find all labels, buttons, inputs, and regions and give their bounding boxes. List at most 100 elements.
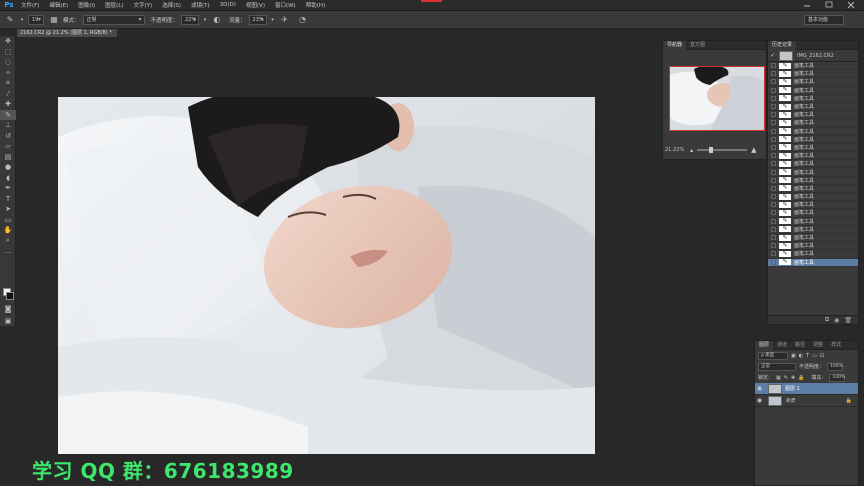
- brush-panel-icon[interactable]: ▦: [48, 14, 60, 26]
- layer-row[interactable]: ◉ 背景 🔒: [755, 395, 858, 407]
- menu-layer[interactable]: 图层(L): [100, 1, 128, 9]
- chevron-down-icon[interactable]: ▾: [16, 14, 28, 26]
- history-source-checkbox[interactable]: [771, 243, 776, 249]
- minimize-icon[interactable]: [796, 0, 818, 10]
- menu-select[interactable]: 选择(S): [157, 1, 186, 9]
- history-source-checkbox[interactable]: [771, 128, 776, 134]
- history-brush-icon[interactable]: ↺: [0, 131, 16, 142]
- tab-adjustments[interactable]: 调整: [809, 341, 827, 350]
- camera-icon[interactable]: ◉: [834, 317, 839, 324]
- hand-tool-icon[interactable]: ✋: [0, 225, 16, 236]
- menu-view[interactable]: 视图(V): [241, 1, 270, 9]
- history-item[interactable]: ✎ 画笔工具: [768, 234, 858, 243]
- filter-type-icon[interactable]: T: [806, 353, 809, 359]
- history-item[interactable]: ✎ 画笔工具: [768, 95, 858, 103]
- history-source-checkbox[interactable]: [771, 71, 776, 77]
- tab-history[interactable]: 历史记录: [768, 40, 797, 50]
- history-source-checkbox[interactable]: [771, 259, 776, 265]
- history-source-checkbox[interactable]: [771, 210, 776, 216]
- menu-3d[interactable]: 3D(D): [215, 2, 241, 8]
- history-source-checkbox[interactable]: [771, 161, 776, 167]
- menu-help[interactable]: 帮助(H): [301, 1, 330, 9]
- menu-edit[interactable]: 编辑(E): [44, 1, 73, 9]
- brush-tool-icon[interactable]: ✎: [4, 14, 16, 26]
- quick-mask-icon[interactable]: ◙: [0, 304, 16, 315]
- layer-opacity-input[interactable]: 100%: [827, 362, 844, 371]
- path-select-icon[interactable]: ➤: [0, 204, 16, 215]
- menu-type[interactable]: 文字(Y): [129, 1, 158, 9]
- menu-image[interactable]: 图像(I): [73, 1, 100, 9]
- history-item[interactable]: ✎ 画笔工具: [768, 62, 858, 71]
- history-source-checkbox[interactable]: [771, 169, 776, 175]
- zoom-out-icon[interactable]: ▴: [690, 147, 693, 154]
- shape-tool-icon[interactable]: ▭: [0, 215, 16, 226]
- document-tab[interactable]: 2162.CR2 @ 21.2% (图层 1, RGB/8) *: [17, 29, 117, 37]
- filter-adjust-icon[interactable]: ◐: [799, 353, 803, 359]
- more-tools-icon[interactable]: …: [0, 246, 16, 257]
- history-source-checkbox[interactable]: [771, 87, 776, 93]
- flow-input[interactable]: 23%: [248, 14, 267, 25]
- fill-input[interactable]: 100%: [829, 373, 846, 382]
- menu-window[interactable]: 窗口(W): [270, 1, 301, 9]
- layer-kind-filter[interactable]: ρ 类型: [758, 351, 788, 360]
- tab-channels[interactable]: 通道: [773, 341, 791, 350]
- tab-histogram[interactable]: 直方图: [686, 41, 709, 50]
- history-source-checkbox[interactable]: [771, 177, 776, 183]
- maximize-icon[interactable]: [818, 0, 840, 10]
- magic-wand-icon[interactable]: ✧: [0, 68, 16, 79]
- history-source-checkbox[interactable]: [771, 136, 776, 142]
- history-source-checkbox[interactable]: [771, 202, 776, 208]
- type-tool-icon[interactable]: T: [0, 194, 16, 205]
- brush-size-picker[interactable]: 19: [28, 14, 44, 25]
- document-image[interactable]: [58, 97, 595, 454]
- history-item[interactable]: ✎ 画笔工具: [768, 103, 858, 112]
- new-document-from-state-icon[interactable]: ⧉: [825, 316, 829, 324]
- tab-navigator[interactable]: 导航器: [663, 40, 687, 50]
- history-source-checkbox[interactable]: [771, 112, 776, 118]
- chevron-down-icon[interactable]: ▾: [199, 14, 211, 26]
- gradient-tool-icon[interactable]: ▤: [0, 152, 16, 163]
- eye-icon[interactable]: ◉: [755, 385, 764, 392]
- lock-pixels-icon[interactable]: ▦: [776, 375, 781, 381]
- pressure-size-icon[interactable]: ◔: [297, 14, 309, 26]
- pen-tool-icon[interactable]: ✒: [0, 183, 16, 194]
- history-source-checkbox[interactable]: [771, 235, 776, 241]
- lock-all-icon[interactable]: 🔒: [798, 375, 804, 381]
- history-item[interactable]: ✎ 画笔工具: [768, 258, 858, 267]
- brush-tool-icon[interactable]: ✎: [0, 109, 16, 120]
- history-source-checkbox[interactable]: [771, 185, 776, 191]
- chevron-down-icon[interactable]: ▾: [267, 14, 279, 26]
- trash-icon[interactable]: 🗑: [844, 317, 852, 324]
- history-source-checkbox[interactable]: [771, 120, 776, 126]
- menu-file[interactable]: 文件(F): [16, 1, 44, 9]
- history-source-checkbox[interactable]: [771, 218, 776, 224]
- history-source-checkbox[interactable]: [771, 251, 776, 257]
- history-source-checkbox[interactable]: [771, 194, 776, 200]
- eye-icon[interactable]: ◉: [755, 397, 764, 404]
- marquee-tool-icon[interactable]: ⬚: [0, 47, 16, 58]
- history-source-checkbox[interactable]: [771, 104, 776, 110]
- history-source-checkbox[interactable]: [771, 226, 776, 232]
- blend-mode-select[interactable]: 正常: [758, 362, 796, 371]
- history-item[interactable]: ✎ 画笔工具: [768, 144, 858, 153]
- workspace-select[interactable]: 基本功能: [804, 15, 844, 25]
- history-source-checkbox[interactable]: [771, 95, 776, 101]
- airbrush-icon[interactable]: ✈: [279, 14, 291, 26]
- zoom-level[interactable]: 21.22%: [665, 147, 684, 153]
- history-snapshot[interactable]: ✓ IMG_2162.CR2: [768, 50, 858, 62]
- history-item[interactable]: ✎ 画笔工具: [768, 185, 858, 193]
- zoom-tool-icon[interactable]: ⌕: [0, 236, 16, 247]
- history-source-checkbox[interactable]: [771, 144, 776, 150]
- history-source-checkbox[interactable]: [771, 79, 776, 85]
- zoom-slider[interactable]: [697, 147, 748, 153]
- healing-brush-icon[interactable]: ✚: [0, 99, 16, 110]
- filter-pixel-icon[interactable]: ▣: [791, 353, 796, 359]
- close-icon[interactable]: [840, 0, 862, 10]
- blur-tool-icon[interactable]: ●: [0, 162, 16, 173]
- lock-paint-icon[interactable]: ✎: [784, 375, 788, 381]
- zoom-in-icon[interactable]: ▲: [751, 146, 756, 154]
- history-item[interactable]: ✎ 画笔工具: [768, 226, 858, 234]
- layer-row[interactable]: ◉ 图层 1: [755, 383, 858, 395]
- crop-tool-icon[interactable]: ⌗: [0, 78, 16, 89]
- pressure-opacity-icon[interactable]: ◐: [211, 14, 223, 26]
